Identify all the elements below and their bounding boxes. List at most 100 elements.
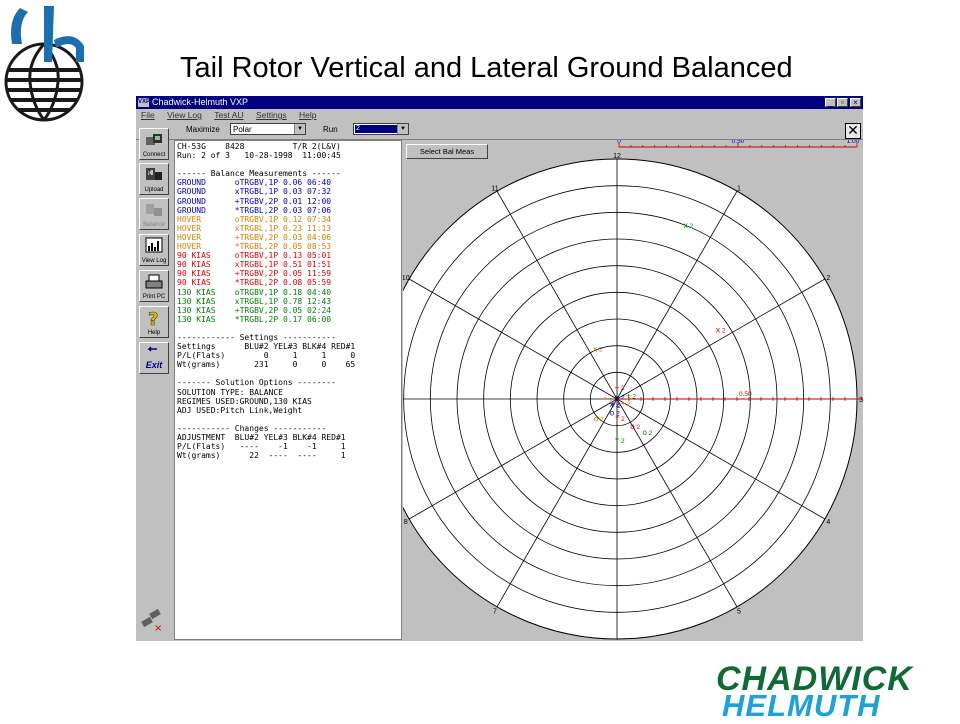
- report-line: HOVER xTRGBL,1P 0.23 11:13: [177, 223, 332, 233]
- view-log-icon: [145, 237, 163, 253]
- data-point: x: [683, 221, 688, 230]
- menu-file[interactable]: File: [141, 110, 155, 120]
- data-point-label: 2: [600, 417, 604, 424]
- data-point: +: [614, 383, 619, 392]
- help-button[interactable]: ? Help: [139, 306, 169, 338]
- view-log-label: View Log: [141, 258, 167, 264]
- polar-plot-panel: 12123456789101100.501.000.501.00o2x2+2*2…: [403, 140, 863, 641]
- brand-line2: HELMUTH: [722, 688, 881, 723]
- report-panel: CH-53G 8428 T/R 2(L&V) Run: 2 of 3 10-28-…: [174, 140, 402, 640]
- data-point: x: [593, 344, 598, 353]
- view-log-button[interactable]: View Log: [139, 234, 169, 266]
- report-line: ----------- Changes -----------: [177, 423, 327, 433]
- report-line: [177, 160, 355, 169]
- clock-label: 2: [826, 275, 830, 282]
- data-point: o: [630, 422, 635, 431]
- upload-button[interactable]: t Upload: [139, 163, 169, 195]
- report-line: 90 KIAS xTRGBL,1P 0.51 01:51: [177, 260, 332, 270]
- data-point-label: 2: [690, 223, 694, 230]
- balance-label: Balance: [143, 222, 165, 228]
- data-point: +: [626, 391, 631, 400]
- slide-title: Tail Rotor Vertical and Lateral Ground B…: [180, 52, 793, 84]
- data-point: o: [642, 428, 647, 437]
- run-select[interactable]: 2 ▼: [353, 123, 409, 135]
- window-title-bar[interactable]: VXP Chadwick-Helmuth VXP _ ▫ ×: [136, 96, 863, 109]
- upload-icon: t: [146, 168, 162, 180]
- disconnect-icon[interactable]: ×: [140, 607, 164, 633]
- maximize-label: Maximize: [186, 125, 220, 134]
- report-line: CH-53G 8428 T/R 2(L&V): [177, 142, 341, 151]
- top-scale-label: 1.00: [847, 140, 860, 145]
- data-point: x: [715, 326, 720, 335]
- side-toolbar: Connect t Upload Balance View Log Print …: [137, 126, 171, 641]
- data-point-label: 2: [636, 424, 640, 431]
- data-point-label: 2: [649, 430, 653, 437]
- data-point: *: [615, 414, 620, 423]
- report-line: ------- Solution Options --------: [177, 378, 336, 388]
- maximize-select[interactable]: Polar ▼: [230, 123, 306, 135]
- clock-label: 3: [859, 397, 863, 404]
- run-value: 2: [355, 125, 397, 133]
- data-point-label: 2: [609, 398, 613, 405]
- clock-label: 1: [737, 186, 741, 193]
- report-line: P/L(Flats) ---- -1 -1 1: [177, 442, 346, 452]
- data-point-label: 2: [627, 401, 631, 408]
- data-point: *: [615, 436, 620, 445]
- close-view-button[interactable]: ✕: [845, 123, 861, 139]
- menu-bar: File View Log Test AU Settings Help: [136, 109, 863, 121]
- report-line: ADJ USED:Pitch Link,Weight: [177, 405, 303, 415]
- clock-label: 8: [404, 519, 408, 526]
- report-line: [177, 415, 355, 424]
- clock-label: 4: [826, 519, 830, 526]
- report-line: Settings BLU#2 YEL#3 BLK#4 RED#1: [177, 342, 356, 352]
- svg-text:t: t: [148, 168, 151, 177]
- report-line: GROUND oTRGBV,1P 0.06 06:40: [177, 178, 332, 188]
- maximize-value: Polar: [233, 125, 252, 134]
- clock-label: 7: [493, 608, 497, 615]
- vxp-window: VXP Chadwick-Helmuth VXP _ ▫ × File View…: [136, 96, 863, 641]
- help-label: Help: [147, 330, 161, 336]
- data-point-label: 2: [599, 346, 603, 353]
- window-title: Chadwick-Helmuth VXP: [152, 97, 249, 107]
- window-close-button[interactable]: ×: [850, 98, 861, 107]
- report-line: 90 KIAS oTRGBV,1P 0.13 05:01: [177, 251, 332, 261]
- svg-text:?: ?: [148, 309, 158, 327]
- data-point-label: 2: [722, 328, 726, 335]
- minimize-button[interactable]: _: [825, 98, 836, 107]
- chadwick-helmuth-logo: [4, 6, 84, 122]
- chadwick-helmuth-wordmark: CHADWICK HELMUTH: [716, 660, 960, 723]
- report-line: 90 KIAS *TRGBL,2P 0.08 05:59: [177, 278, 332, 288]
- print-pc-button[interactable]: Print PC: [139, 270, 169, 302]
- balance-button[interactable]: Balance: [139, 198, 169, 230]
- clock-label: 10: [403, 275, 410, 282]
- menu-test-au[interactable]: Test AU: [214, 110, 243, 120]
- help-icon: ?: [148, 309, 159, 327]
- report-line: 130 KIAS *TRGBL,2P 0.17 06:00: [177, 314, 332, 324]
- report-line: GROUND xTRGBL,1P 0.03 07:32: [177, 187, 332, 197]
- menu-help[interactable]: Help: [299, 110, 316, 120]
- restore-button[interactable]: ▫: [837, 98, 848, 107]
- chevron-down-icon[interactable]: ▼: [294, 124, 305, 134]
- upload-label: Upload: [144, 187, 164, 193]
- polar-chart: 12123456789101100.501.000.501.00o2x2+2*2…: [403, 140, 863, 640]
- report-line: [177, 369, 355, 378]
- data-point-label: 2: [621, 385, 625, 392]
- connect-label: Connect: [142, 152, 166, 158]
- report-line: 90 KIAS +TRGBV,2P 0.05 11:59: [177, 269, 332, 279]
- connect-button[interactable]: Connect: [139, 128, 169, 160]
- connect-icon: [146, 134, 162, 145]
- report-line: HOVER +TRGBV,2P 0.03 04:06: [177, 232, 332, 242]
- svg-text:×: ×: [154, 623, 162, 633]
- report-lines: CH-53G 8428 T/R 2(L&V) Run: 2 of 3 10-28-…: [177, 142, 355, 460]
- report-line: [177, 324, 355, 333]
- top-scale-label: 0.50: [732, 140, 745, 145]
- report-line: P/L(Flats) 0 1 1 0: [177, 351, 356, 361]
- chevron-down-icon[interactable]: ▼: [397, 124, 408, 134]
- menu-view-log[interactable]: View Log: [167, 110, 202, 120]
- exit-button[interactable]: Exit: [139, 342, 169, 374]
- select-bal-meas-button[interactable]: Select Bal Meas: [406, 144, 488, 159]
- print-icon: [145, 274, 163, 289]
- report-line: ------ Balance Measurements ------: [177, 169, 341, 179]
- menu-settings[interactable]: Settings: [256, 110, 287, 120]
- print-pc-label: Print PC: [142, 294, 166, 300]
